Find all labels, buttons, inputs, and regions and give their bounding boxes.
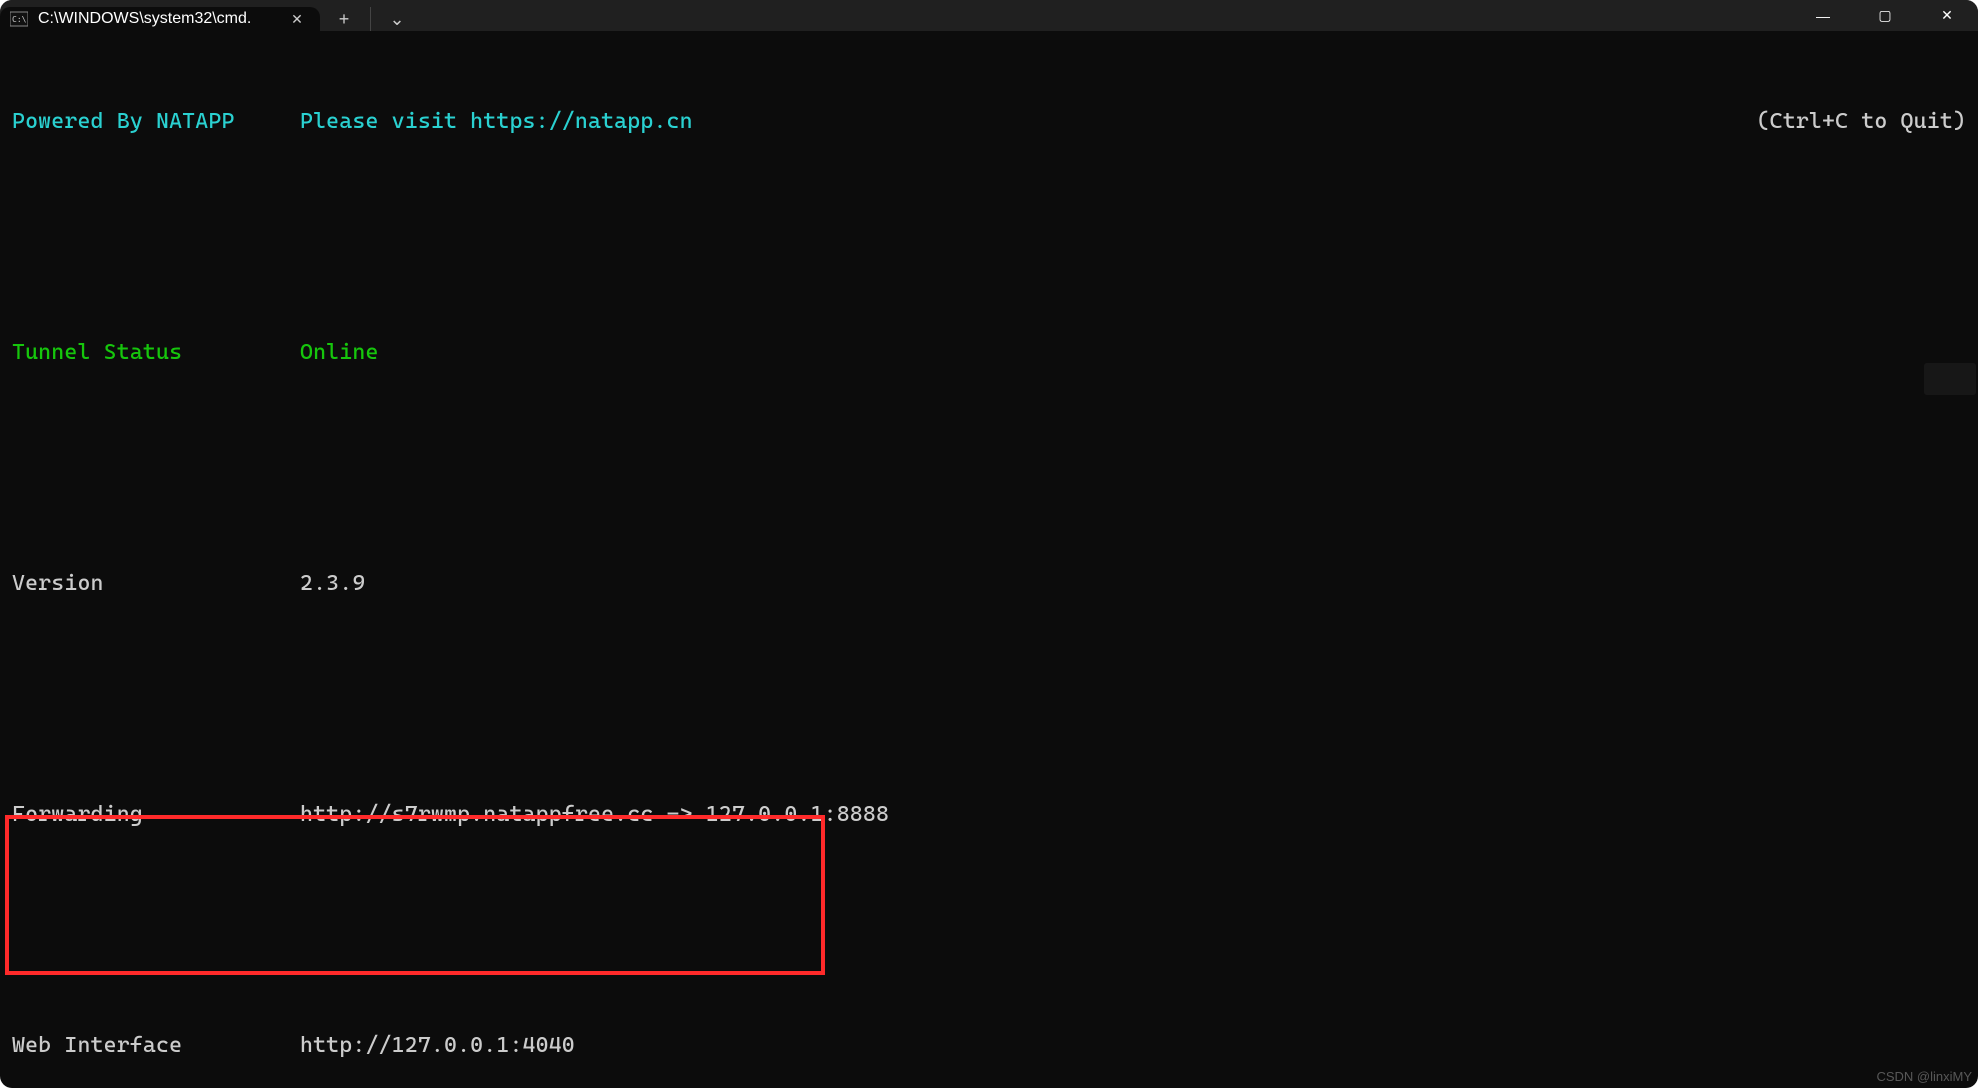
window-controls: — ▢ ✕ xyxy=(1792,0,1978,31)
please-visit-label: Please visit https://natapp.cn xyxy=(300,105,693,138)
tunnel-status-value: Online xyxy=(300,336,379,369)
blank-line xyxy=(12,897,1966,930)
powered-by-label: Powered By NATAPP xyxy=(12,105,300,138)
annotation-highlight-box xyxy=(5,815,825,975)
svg-text:C:\: C:\ xyxy=(12,15,27,24)
web-interface-label: Web Interface xyxy=(12,1029,300,1062)
quit-hint: (Ctrl+C to Quit) xyxy=(1757,105,1966,138)
forwarding-value: http://s7rwmp.natappfree.cc -> 127.0.0.1… xyxy=(300,798,889,831)
toolbar-divider xyxy=(370,7,371,31)
terminal-window: C:\ C:\WINDOWS\system32\cmd. ✕ + ⌄ — ▢ ✕… xyxy=(0,0,1978,1088)
web-interface-row: Web Interface http://127.0.0.1:4040 xyxy=(12,1029,1966,1062)
scrollbar-thumb[interactable] xyxy=(1924,363,1976,395)
titlebar-drag-area[interactable] xyxy=(421,0,1792,31)
chevron-down-icon: ⌄ xyxy=(389,9,404,30)
minimize-button[interactable]: — xyxy=(1792,0,1854,31)
forwarding-row: Forwarding http://s7rwmp.natappfree.cc -… xyxy=(12,798,1966,831)
tunnel-status-label: Tunnel Status xyxy=(12,336,300,369)
tab-cmd[interactable]: C:\ C:\WINDOWS\system32\cmd. ✕ xyxy=(0,7,320,31)
blank-line xyxy=(12,435,1966,468)
tab-dropdown-button[interactable]: ⌄ xyxy=(373,7,421,31)
close-window-button[interactable]: ✕ xyxy=(1916,0,1978,31)
cmd-icon: C:\ xyxy=(10,10,28,28)
close-tab-button[interactable]: ✕ xyxy=(288,10,306,28)
tunnel-status-row: Tunnel Status Online xyxy=(12,336,1966,369)
blank-line xyxy=(12,204,1966,237)
titlebar: C:\ C:\WINDOWS\system32\cmd. ✕ + ⌄ — ▢ ✕ xyxy=(0,0,1978,31)
version-row: Version 2.3.9 xyxy=(12,567,1966,600)
version-label: Version xyxy=(12,567,300,600)
terminal-body[interactable]: Powered By NATAPP Please visit https://n… xyxy=(0,31,1978,1088)
header-row: Powered By NATAPP Please visit https://n… xyxy=(12,105,1966,138)
web-interface-value: http://127.0.0.1:4040 xyxy=(300,1029,575,1062)
forwarding-label: Forwarding xyxy=(12,798,300,831)
tab-title: C:\WINDOWS\system32\cmd. xyxy=(38,10,278,28)
blank-line xyxy=(12,666,1966,699)
watermark: CSDN @linxiMY xyxy=(1876,1069,1972,1084)
new-tab-button[interactable]: + xyxy=(320,7,368,31)
maximize-button[interactable]: ▢ xyxy=(1854,0,1916,31)
version-value: 2.3.9 xyxy=(300,567,365,600)
